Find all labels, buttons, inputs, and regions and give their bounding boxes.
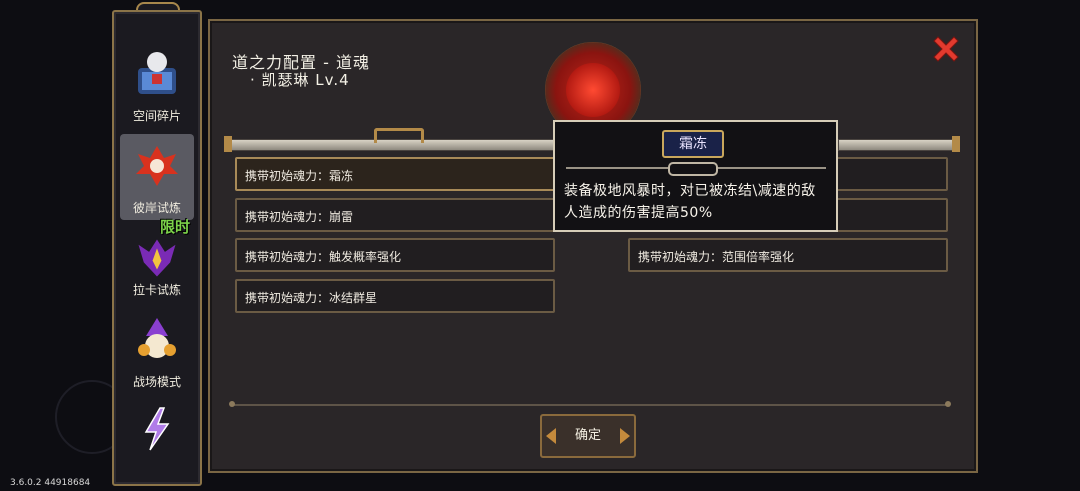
rail-cap [952,136,960,152]
fragment-icon [138,52,176,94]
lightning-icon [144,407,170,451]
arrow-left-icon [546,428,556,444]
demon-icon [138,239,176,277]
sidebar-item-label: 彼岸试炼 [132,201,181,215]
sidebar-item-fragments[interactable]: 空间碎片 [120,42,194,128]
rail-right [838,139,958,151]
arrow-right-icon [620,428,630,444]
soul-slot[interactable]: 携带初始魂力：触发概率强化 [235,238,555,272]
sidebar-item-laka[interactable]: 限时 拉卡试炼 [120,216,194,302]
tooltip-divider-ornament [668,162,718,176]
soul-emblem-core [566,63,620,117]
limited-badge: 限时 [160,218,191,236]
rail-handle [374,128,424,143]
sidebar-item-lightning[interactable] [120,398,194,484]
tooltip-title: 霜冻 [662,130,724,158]
soul-slot[interactable]: 携带初始魂力：范围倍率强化 [628,238,948,272]
sidebar-item-battlefield[interactable]: 战场模式 [120,308,194,394]
close-icon[interactable] [930,33,962,65]
sidebar: 空间碎片 彼岸试炼 限时 拉卡试炼 战场模式 [112,10,202,486]
battlefield-icon [138,318,176,358]
soul-slot[interactable]: 携带初始魂力：冰结群星 [235,279,555,313]
sidebar-item-label: 战场模式 [132,375,181,389]
soul-slot[interactable]: 携带初始魂力：崩雷 [235,198,555,232]
flower-icon [136,146,178,186]
panel-subtitle: · 凯瑟琳 Lv.4 [250,71,350,89]
divider [229,401,951,407]
soul-slot[interactable]: 携带初始魂力：霜冻 [235,157,555,191]
version-label: 3.6.0.2 44918684 [10,478,91,488]
sidebar-item-label: 拉卡试炼 [132,283,181,297]
rail-cap [224,136,232,152]
sidebar-item-label: 空间碎片 [132,109,181,123]
confirm-button[interactable]: 确定 [540,414,636,458]
tooltip-description: 装备极地风暴时，对已被冻结\减速的敌人造成的伤害提高50% [564,183,816,221]
sidebar-item-trial[interactable]: 彼岸试炼 [120,134,194,220]
